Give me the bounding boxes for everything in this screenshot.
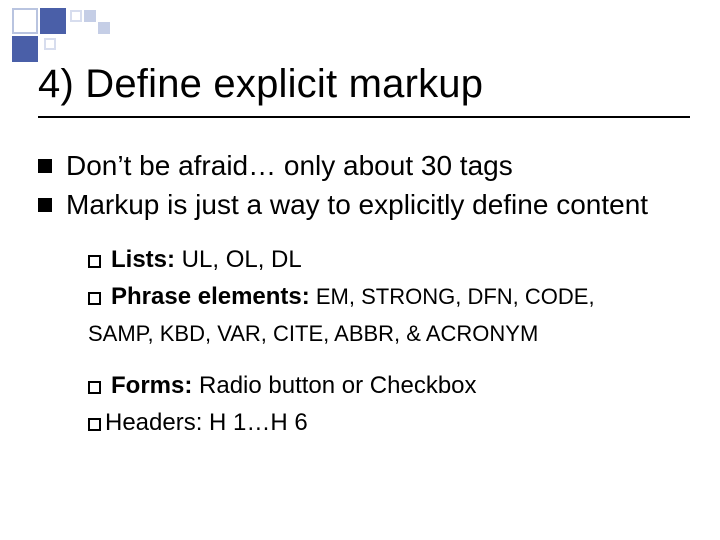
sub-bullet-item: Phrase elements: EM, STRONG, DFN, CODE, bbox=[88, 281, 690, 312]
bullet-text: Markup is just a way to explicitly defin… bbox=[66, 187, 690, 222]
sub-bullet-text: Radio button or Checkbox bbox=[192, 372, 476, 399]
sub-bullet-text: UL, OL, DL bbox=[175, 246, 302, 273]
hollow-square-bullet-icon bbox=[88, 418, 101, 431]
square-bullet-icon bbox=[38, 159, 52, 173]
sub-bullet-text: H 1…H 6 bbox=[202, 409, 307, 436]
slide-title: 4) Define explicit markup bbox=[38, 62, 690, 107]
sub-bullet-label: Forms: bbox=[111, 372, 192, 399]
sub-bullet-item: Lists: UL, OL, DL bbox=[88, 244, 690, 275]
square-bullet-icon bbox=[38, 198, 52, 212]
hollow-square-bullet-icon bbox=[88, 292, 101, 305]
hollow-square-bullet-icon bbox=[88, 255, 101, 268]
title-underline bbox=[38, 116, 690, 118]
slide: 4) Define explicit markup Don’t be afrai… bbox=[0, 0, 720, 540]
sub-bullet-item: Forms: Radio button or Checkbox bbox=[88, 370, 690, 401]
slide-body: Don’t be afraid… only about 30 tags Mark… bbox=[38, 148, 690, 444]
sub-bullet-text: SAMP, KBD, VAR, CITE, ABBR, & ACRONYM bbox=[88, 321, 538, 346]
sub-bullet-continuation: SAMP, KBD, VAR, CITE, ABBR, & ACRONYM bbox=[88, 318, 690, 349]
sub-bullet-label: Phrase elements: bbox=[111, 283, 310, 310]
sub-bullet-group: Lists: UL, OL, DL Phrase elements: EM, S… bbox=[38, 244, 690, 438]
corner-decoration bbox=[12, 8, 132, 58]
hollow-square-bullet-icon bbox=[88, 381, 101, 394]
sub-bullet-label: Headers: bbox=[105, 409, 202, 436]
bullet-item: Markup is just a way to explicitly defin… bbox=[38, 187, 690, 222]
bullet-text: Don’t be afraid… only about 30 tags bbox=[66, 148, 690, 183]
sub-bullet-item: Headers: H 1…H 6 bbox=[88, 407, 690, 438]
sub-bullet-label: Lists: bbox=[111, 246, 175, 273]
bullet-item: Don’t be afraid… only about 30 tags bbox=[38, 148, 690, 183]
sub-bullet-text: EM, STRONG, DFN, CODE, bbox=[310, 284, 595, 309]
